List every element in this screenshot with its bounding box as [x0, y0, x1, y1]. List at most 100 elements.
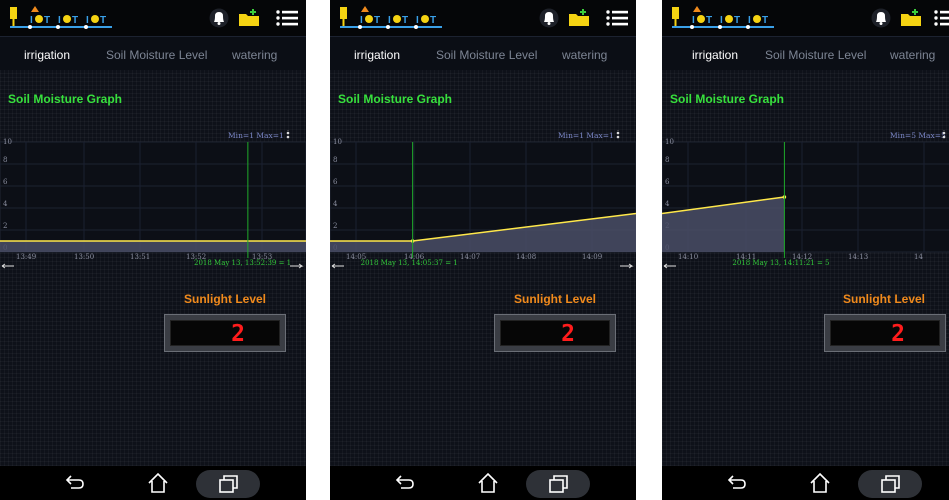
tab-bar: irrigation Soil Moisture Level watering — [662, 37, 949, 70]
scroll-left-arrow-icon — [663, 263, 676, 269]
recent-apps-button[interactable] — [526, 470, 590, 498]
y-tick-label: 2 — [333, 222, 337, 230]
tab-watering[interactable]: watering — [232, 37, 277, 70]
recent-apps-icon — [219, 475, 238, 493]
scroll-right-arrow-icon — [620, 263, 634, 269]
y-tick-label: 6 — [333, 178, 338, 186]
more-vert-icon — [286, 135, 290, 139]
tab-bar: irrigation Soil Moisture Level watering — [330, 37, 636, 70]
x-tick-label: 13:51 — [130, 253, 150, 261]
y-tick-label: 6 — [3, 178, 8, 186]
svg-text:I: I — [720, 15, 723, 26]
soil-moisture-chart: 108642014:1014:1114:1214:13142018 May 13… — [662, 130, 949, 269]
svg-text:I: I — [388, 15, 391, 26]
y-tick-label: 4 — [333, 200, 338, 208]
cursor-readout: 2018 May 13, 13:52:39 = 1 — [194, 259, 291, 267]
y-tick-label: 4 — [3, 200, 8, 208]
graph-title: Soil Moisture Graph — [670, 92, 785, 106]
y-tick-label: 10 — [3, 138, 12, 146]
svg-text:I: I — [416, 15, 419, 26]
x-tick-label: 14 — [914, 253, 923, 261]
svg-text:T: T — [402, 15, 408, 26]
menu-icon[interactable] — [606, 8, 628, 28]
tab-irrigation[interactable]: irrigation — [24, 37, 70, 70]
y-tick-label: 8 — [3, 156, 7, 164]
bell-icon[interactable] — [208, 8, 230, 28]
svg-text:T: T — [44, 15, 50, 26]
x-tick-label: 13:50 — [74, 253, 94, 261]
x-tick-label: 14:07 — [460, 253, 480, 261]
tab-irrigation[interactable]: irrigation — [692, 37, 738, 70]
svg-text:I: I — [58, 15, 61, 26]
back-icon[interactable] — [392, 471, 416, 495]
iot-logo-icon: I T I T I T — [340, 6, 442, 29]
tab-soil-moisture-level[interactable]: Soil Moisture Level — [106, 37, 207, 70]
recent-apps-button[interactable] — [196, 470, 260, 498]
sunlight-title: Sunlight Level — [514, 292, 597, 306]
svg-text:I: I — [360, 15, 363, 26]
x-tick-label: 14:09 — [582, 253, 602, 261]
more-vert-icon — [942, 131, 946, 135]
tab-soil-moisture-level[interactable]: Soil Moisture Level — [765, 37, 866, 70]
folder-add-icon[interactable] — [900, 9, 922, 27]
svg-text:T: T — [706, 15, 712, 26]
series-area — [0, 241, 306, 252]
y-tick-label: 8 — [665, 156, 669, 164]
tab-irrigation[interactable]: irrigation — [354, 37, 400, 70]
bell-icon[interactable] — [870, 8, 892, 28]
recent-apps-icon — [549, 475, 568, 493]
more-vert-icon — [942, 135, 946, 139]
phone-screen: I T I T I T irrigation Soil Moisture Lev… — [662, 0, 949, 500]
phone-screen: I T I T I T irrigation Soil Moisture Lev… — [330, 0, 636, 500]
tab-watering[interactable]: watering — [562, 37, 607, 70]
svg-text:T: T — [100, 15, 106, 26]
y-tick-label: 4 — [665, 200, 670, 208]
scroll-left-arrow-icon — [331, 263, 344, 269]
x-tick-label: 14:13 — [848, 253, 868, 261]
svg-text:T: T — [430, 15, 436, 26]
bell-icon[interactable] — [538, 8, 560, 28]
x-tick-label: 13:49 — [16, 253, 36, 261]
x-tick-label: 14:08 — [516, 253, 536, 261]
svg-text:I: I — [692, 15, 695, 26]
phone-screen: I T I T I T irrigation Soil Moisture Lev… — [0, 0, 306, 500]
tab-soil-moisture-level[interactable]: Soil Moisture Level — [436, 37, 537, 70]
menu-icon[interactable] — [276, 8, 298, 28]
back-icon[interactable] — [724, 471, 748, 495]
menu-icon[interactable] — [934, 8, 949, 28]
y-tick-label: 2 — [3, 222, 7, 230]
soil-moisture-chart: 108642014:0514:0614:0714:0814:092018 May… — [330, 130, 636, 269]
folder-add-icon[interactable] — [568, 9, 590, 27]
svg-text:T: T — [762, 15, 768, 26]
svg-text:T: T — [374, 15, 380, 26]
recent-apps-button[interactable] — [858, 470, 922, 498]
y-tick-label: 10 — [665, 138, 674, 146]
min-max-label: Min=5 Max=5 — [890, 131, 946, 140]
min-max-label: Min=1 Max=1 — [228, 131, 284, 140]
more-vert-icon — [616, 135, 620, 139]
app-header: I T I T I T — [662, 0, 949, 37]
tab-bar: irrigation Soil Moisture Level watering — [0, 37, 306, 70]
y-tick-label: 10 — [333, 138, 342, 146]
iot-logo-icon: I T I T I T — [10, 6, 112, 29]
scroll-right-arrow-icon — [290, 263, 304, 269]
back-icon[interactable] — [62, 471, 86, 495]
android-nav-bar — [330, 466, 636, 500]
soil-moisture-chart: 108642013:4913:5013:5113:5213:532018 May… — [0, 130, 306, 269]
home-icon[interactable] — [476, 471, 500, 495]
svg-text:I: I — [86, 15, 89, 26]
home-icon[interactable] — [808, 471, 832, 495]
sunlight-title: Sunlight Level — [843, 292, 926, 306]
min-max-label: Min=1 Max=1 — [558, 131, 614, 140]
y-tick-label: 8 — [333, 156, 337, 164]
iot-logo-icon: I T I T I T — [672, 6, 774, 29]
sunlight-display: 2 — [164, 314, 286, 352]
android-nav-bar — [0, 466, 306, 500]
main-content: Soil Moisture Graph 108642013:4913:5013:… — [0, 70, 306, 466]
sunlight-value: 2 — [891, 321, 905, 347]
sunlight-value: 2 — [231, 321, 245, 347]
folder-add-icon[interactable] — [238, 9, 260, 27]
home-icon[interactable] — [146, 471, 170, 495]
tab-watering[interactable]: watering — [890, 37, 935, 70]
cursor-readout: 2018 May 13, 14:05:37 = 1 — [361, 259, 458, 267]
